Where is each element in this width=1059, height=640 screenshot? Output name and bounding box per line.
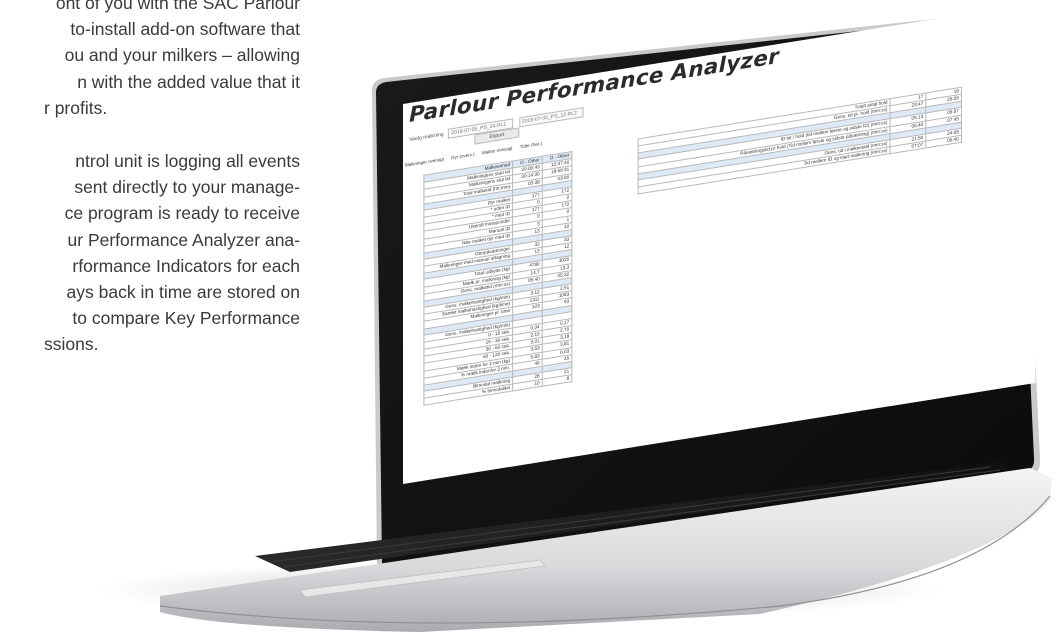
laptop: Parlour Performance Analyzer Vaelg malkn… — [0, 0, 1059, 640]
tab-milker-overview[interactable]: Malker oversigt — [482, 146, 512, 156]
filter-label: Vaelg malkning — [409, 131, 444, 144]
tab-milkings-overview[interactable]: Malkninger oversigt — [405, 156, 444, 167]
milking-select-2[interactable]: 2019-07-05_PS_12.RL2 — [518, 107, 585, 128]
tab-animals[interactable]: Dyr (overs.) — [451, 152, 474, 161]
left-kpi-table: Malkeenhed O - Other O - Other Malkningens … — [423, 151, 572, 406]
right-kpi-table: Totalt antal hold 17 18 Gens. tid pr. hold … — [638, 87, 962, 195]
tab-times[interactable]: Tider (hist.) — [520, 141, 542, 150]
